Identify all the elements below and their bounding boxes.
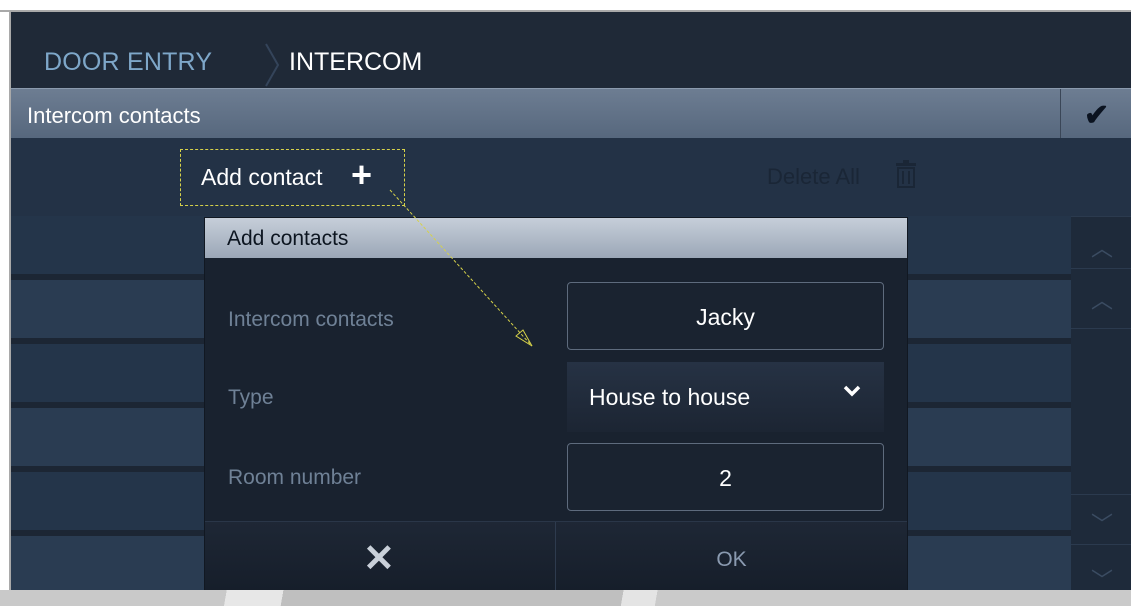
dialog-footer: ✕ OK — [205, 521, 907, 599]
scroll-track[interactable] — [1071, 328, 1131, 495]
list-header: Intercom contacts ✔ — [11, 88, 1131, 139]
intercom-contacts-value: Jacky — [696, 304, 755, 330]
breadcrumb-door-entry[interactable]: DOOR ENTRY — [44, 48, 212, 77]
intercom-contacts-label: Intercom contacts — [228, 308, 394, 331]
dialog-title: Add contacts — [227, 227, 349, 250]
checkmark-icon: ✔ — [1084, 99, 1110, 132]
scroll-up-button[interactable]: ︿ — [1071, 268, 1131, 329]
window-frame: DOOR ENTRY INTERCOM Intercom contacts ✔ … — [0, 0, 1131, 606]
add-contact-button[interactable]: Add contact + — [180, 149, 405, 206]
scrollbar[interactable]: ︿ ︿ ﹀ ﹀ — [1071, 216, 1131, 606]
breadcrumb: DOOR ENTRY INTERCOM — [11, 12, 1131, 88]
chevron-down-icon — [843, 385, 861, 397]
intercom-contacts-field[interactable]: Jacky — [567, 282, 884, 350]
room-number-label: Room number — [228, 466, 362, 489]
action-row: Add contact + Delete All — [11, 138, 1131, 216]
room-number-value: 2 — [719, 465, 732, 491]
scroll-top-button[interactable]: ︿ — [1071, 216, 1131, 269]
cancel-button[interactable]: ✕ — [205, 522, 556, 599]
close-icon: ✕ — [363, 538, 395, 580]
panel-screen: DOOR ENTRY INTERCOM Intercom contacts ✔ … — [11, 12, 1131, 606]
breadcrumb-intercom: INTERCOM — [289, 48, 423, 76]
scroll-down-button[interactable]: ﹀ — [1071, 494, 1131, 545]
bottom-decoration — [0, 590, 1131, 606]
ok-label: OK — [716, 548, 747, 571]
add-contacts-dialog: Add contacts Intercom contacts Jacky Typ… — [205, 218, 907, 599]
chevron-up-icon: ︿ — [1091, 236, 1114, 261]
dialog-header: Add contacts — [205, 218, 907, 258]
trash-icon[interactable] — [895, 160, 917, 188]
plus-icon: + — [351, 154, 373, 195]
ok-button[interactable]: OK — [556, 522, 907, 599]
chevron-up-icon: ︿ — [1091, 288, 1114, 313]
delete-all-button[interactable]: Delete All — [767, 164, 860, 190]
chevron-down-icon: ﹀ — [1091, 512, 1114, 537]
add-contact-label: Add contact — [201, 164, 323, 190]
confirm-button[interactable]: ✔ — [1060, 89, 1131, 139]
type-select[interactable]: House to house — [567, 362, 884, 432]
room-number-field[interactable]: 2 — [567, 443, 884, 511]
breadcrumb-separator-icon — [265, 43, 280, 87]
type-value: House to house — [589, 384, 751, 410]
list-title: Intercom contacts — [27, 103, 201, 128]
type-label: Type — [228, 386, 274, 409]
